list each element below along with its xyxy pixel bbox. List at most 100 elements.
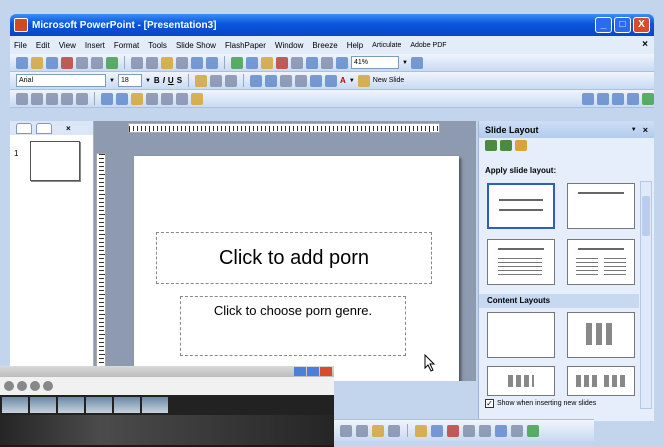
notes-view-icon[interactable] xyxy=(61,92,73,105)
filmstrip-frame[interactable] xyxy=(86,397,112,413)
toolbar-icon[interactable] xyxy=(17,381,27,391)
overlapping-maximize-button[interactable] xyxy=(307,367,319,376)
maximize-button[interactable]: □ xyxy=(614,17,631,33)
rotate-icon[interactable] xyxy=(146,92,158,105)
open-folder-icon[interactable] xyxy=(31,56,43,69)
bullets-icon[interactable] xyxy=(265,74,278,87)
toolbar-icon[interactable] xyxy=(30,381,40,391)
next-item-icon[interactable] xyxy=(612,92,624,105)
pane-close-button[interactable]: × xyxy=(66,124,71,133)
align-left-icon[interactable] xyxy=(195,74,208,87)
fill-color-icon[interactable] xyxy=(415,424,427,437)
new-slide-button[interactable]: New Slide xyxy=(373,77,405,84)
help-icon[interactable] xyxy=(410,56,423,69)
spelling-icon[interactable] xyxy=(106,56,118,69)
font-size-dropdown-icon[interactable]: ▼ xyxy=(145,78,151,84)
filmstrip-frame[interactable] xyxy=(114,397,140,413)
show-on-insert-option[interactable]: ✓ Show when inserting new slides xyxy=(485,399,596,408)
menu-breeze[interactable]: Breeze xyxy=(312,41,337,50)
review-comment-icon[interactable] xyxy=(582,92,594,105)
menu-adobe-pdf[interactable]: Adobe PDF xyxy=(410,42,446,49)
filmstrip-frame[interactable] xyxy=(2,397,28,413)
insert-chart-icon[interactable] xyxy=(231,56,243,69)
undo-icon[interactable] xyxy=(191,56,203,69)
menu-insert[interactable]: Insert xyxy=(85,41,105,50)
font-dropdown-icon[interactable]: ▼ xyxy=(109,78,115,84)
3d-style-icon[interactable] xyxy=(527,424,539,437)
reviewing-pane-icon[interactable] xyxy=(642,92,654,105)
slides-tab[interactable] xyxy=(36,122,52,134)
decrease-indent-icon[interactable] xyxy=(310,74,323,87)
minimize-button[interactable]: _ xyxy=(595,17,612,33)
layout-blank[interactable] xyxy=(487,312,555,358)
filmstrip-frame[interactable] xyxy=(30,397,56,413)
zoom-dropdown-icon[interactable]: ▼ xyxy=(402,60,408,66)
toolbar-icon[interactable] xyxy=(43,381,53,391)
font-size-select[interactable]: 18 xyxy=(117,74,142,87)
show-on-insert-checkbox[interactable]: ✓ xyxy=(485,399,494,408)
overlapping-window-title-bar[interactable] xyxy=(0,366,334,377)
line-color-icon[interactable] xyxy=(431,424,443,437)
layout-title-text[interactable] xyxy=(487,239,555,285)
print-icon[interactable] xyxy=(76,56,88,69)
expand-all-icon[interactable] xyxy=(291,56,303,69)
underline-button[interactable]: U xyxy=(168,76,174,85)
zoom-select[interactable]: 41% xyxy=(351,56,399,69)
menu-slide-show[interactable]: Slide Show xyxy=(176,41,216,50)
menu-view[interactable]: View xyxy=(59,41,76,50)
cut-icon[interactable] xyxy=(131,56,143,69)
back-icon[interactable] xyxy=(485,139,497,151)
bold-button[interactable]: B xyxy=(154,76,160,85)
menu-edit[interactable]: Edit xyxy=(36,41,50,50)
taskpane-menu-icon[interactable]: ▼ xyxy=(631,127,637,133)
window-title-bar[interactable]: Microsoft PowerPoint - [Presentation3] _… xyxy=(10,14,654,36)
taskpane-close-button[interactable]: × xyxy=(643,125,648,135)
overlapping-close-button[interactable] xyxy=(320,367,332,376)
permission-icon[interactable] xyxy=(61,56,73,69)
outline-view-icon[interactable] xyxy=(31,92,43,105)
save-icon[interactable] xyxy=(46,56,58,69)
shadow-button[interactable]: S xyxy=(177,76,182,85)
layout-content[interactable] xyxy=(567,312,635,358)
font-color-dropdown-icon[interactable]: ▼ xyxy=(349,78,355,84)
outline-tab[interactable] xyxy=(16,122,32,134)
set-transparent-icon[interactable] xyxy=(176,92,188,105)
document-close-button[interactable]: × xyxy=(642,39,648,50)
grid-icon[interactable] xyxy=(321,56,333,69)
arrow-style-icon[interactable] xyxy=(495,424,507,437)
increase-indent-icon[interactable] xyxy=(325,74,338,87)
menu-window[interactable]: Window xyxy=(275,41,303,50)
dash-style-icon[interactable] xyxy=(479,424,491,437)
italic-button[interactable]: I xyxy=(163,76,165,85)
summary-slide-icon[interactable] xyxy=(76,92,88,105)
insert-picture-icon[interactable] xyxy=(261,56,273,69)
menu-flashpaper[interactable]: FlashPaper xyxy=(225,41,266,50)
insert-diagram-icon[interactable] xyxy=(276,56,288,69)
paste-icon[interactable] xyxy=(161,56,173,69)
filmstrip-frame[interactable] xyxy=(58,397,84,413)
font-color-button[interactable]: A xyxy=(340,76,346,85)
new-document-icon[interactable] xyxy=(16,56,28,69)
menu-help[interactable]: Help xyxy=(347,41,363,50)
numbering-icon[interactable] xyxy=(250,74,263,87)
slide-canvas[interactable]: Click to add porn Click to choose porn g… xyxy=(134,156,459,381)
home-icon[interactable] xyxy=(515,139,527,151)
menu-format[interactable]: Format xyxy=(114,41,139,50)
crop-icon[interactable] xyxy=(131,92,143,105)
taskpane-scroll-thumb[interactable] xyxy=(642,196,650,236)
new-slide-icon[interactable] xyxy=(357,74,370,87)
clip-art-icon[interactable] xyxy=(356,424,368,437)
horizontal-ruler[interactable] xyxy=(128,123,440,133)
increase-font-icon[interactable] xyxy=(280,74,293,87)
shadow-style-icon[interactable] xyxy=(511,424,523,437)
format-painter-icon[interactable] xyxy=(176,56,188,69)
align-center-icon[interactable] xyxy=(210,74,223,87)
forward-icon[interactable] xyxy=(500,139,512,151)
layout-title-only[interactable] xyxy=(567,183,635,229)
title-placeholder[interactable]: Click to add porn xyxy=(156,232,432,284)
vertical-ruler[interactable] xyxy=(96,153,106,381)
toolbar-icon[interactable] xyxy=(4,381,14,391)
subtitle-placeholder[interactable]: Click to choose porn genre. xyxy=(180,296,406,356)
line-style-icon[interactable] xyxy=(101,92,113,105)
line-style-icon[interactable] xyxy=(463,424,475,437)
